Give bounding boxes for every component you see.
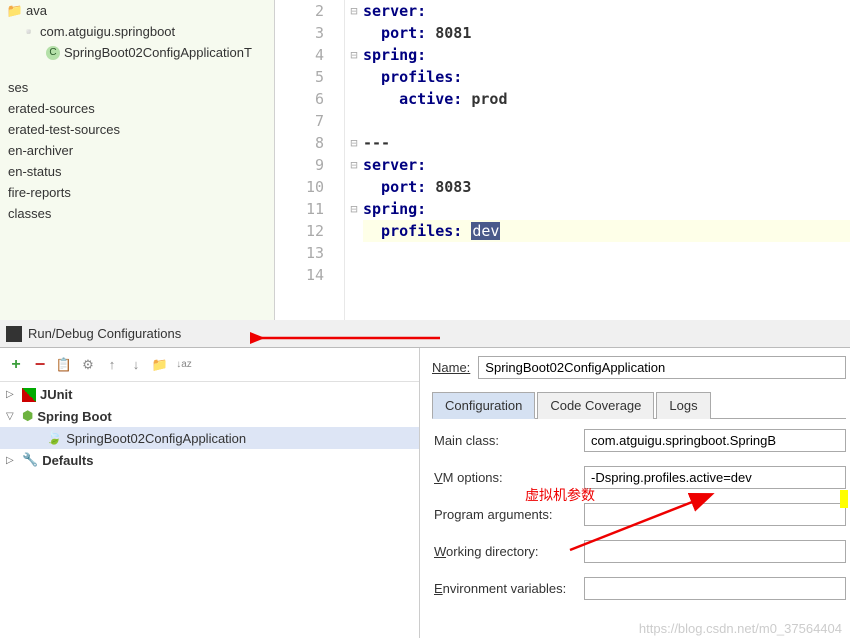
tree-item[interactable]: fire-reports — [0, 182, 274, 203]
program-args-input[interactable] — [584, 503, 846, 526]
spring-leaf-icon: 🍃 — [46, 430, 62, 446]
vm-options-label: VM options: — [434, 470, 584, 485]
wrench-icon: 🔧 — [22, 452, 38, 468]
settings-button[interactable]: ⚙ — [80, 357, 96, 373]
config-label: Spring Boot — [37, 409, 111, 424]
config-label: Defaults — [42, 453, 93, 468]
down-button[interactable]: ↓ — [128, 357, 144, 373]
remove-button[interactable]: − — [32, 357, 48, 373]
expand-icon[interactable]: ▷ — [6, 455, 18, 466]
tree-item[interactable]: erated-test-sources — [0, 119, 274, 140]
yellow-highlight — [840, 490, 848, 508]
code-content[interactable]: server: port: 8081spring: profiles: acti… — [363, 0, 850, 320]
working-dir-input[interactable] — [584, 540, 846, 563]
dialog-title-bar: Run/Debug Configurations — [0, 320, 850, 348]
config-label: SpringBoot02ConfigApplication — [66, 431, 246, 446]
junit-icon — [22, 388, 36, 402]
up-button[interactable]: ↑ — [104, 357, 120, 373]
config-tree[interactable]: ▷ JUnit ▽ ⬢ Spring Boot 🍃 SpringBoot02Co… — [0, 382, 419, 473]
config-left-panel: + − 📋 ⚙ ↑ ↓ 📁 ↓az ▷ JUnit ▽ ⬢ Spring Boo… — [0, 348, 420, 638]
dialog-icon — [6, 326, 22, 342]
collapse-icon[interactable]: ▽ — [6, 411, 18, 422]
tree-item[interactable]: en-status — [0, 161, 274, 182]
project-tree-panel[interactable]: 📁 ava ▫️ com.atguigu.springboot C SpringBoo… — [0, 0, 275, 320]
main-class-input[interactable] — [584, 429, 846, 452]
tree-label: ava — [26, 3, 47, 18]
folder-button[interactable]: 📁 — [152, 357, 168, 373]
sort-button[interactable]: ↓az — [176, 357, 192, 373]
expand-icon[interactable]: ▷ — [6, 389, 18, 400]
config-toolbar: + − 📋 ⚙ ↑ ↓ 📁 ↓az — [0, 348, 419, 382]
class-icon: C — [46, 46, 60, 60]
config-item-app[interactable]: 🍃 SpringBoot02ConfigApplication — [0, 427, 419, 449]
config-right-panel: Name: Configuration Code Coverage Logs M… — [420, 348, 850, 638]
tab-logs[interactable]: Logs — [656, 392, 710, 419]
name-input[interactable] — [478, 356, 846, 379]
add-button[interactable]: + — [8, 357, 24, 373]
main-class-label: Main class: — [434, 433, 584, 448]
env-vars-label: Environment variables: — [434, 581, 584, 596]
tree-label: SpringBoot02ConfigApplicationT — [64, 45, 252, 60]
config-label: JUnit — [40, 387, 73, 402]
name-label: Name: — [432, 360, 470, 375]
tree-spacer — [0, 63, 274, 77]
config-item-defaults[interactable]: ▷ 🔧 Defaults — [0, 449, 419, 471]
package-icon: ▫️ — [22, 25, 36, 39]
tree-label: classes — [8, 206, 51, 221]
tree-label: ses — [8, 80, 28, 95]
tree-item[interactable]: C SpringBoot02ConfigApplicationT — [0, 42, 274, 63]
program-args-label: Program arguments: — [434, 507, 584, 522]
config-item-junit[interactable]: ▷ JUnit — [0, 384, 419, 405]
tree-item[interactable]: erated-sources — [0, 98, 274, 119]
tab-configuration[interactable]: Configuration — [432, 392, 535, 419]
tab-code-coverage[interactable]: Code Coverage — [537, 392, 654, 419]
annotation-text: 虚拟机参数 — [525, 485, 595, 505]
tree-label: erated-sources — [8, 101, 95, 116]
folder-icon: 📁 — [8, 4, 22, 18]
vm-options-input[interactable] — [584, 466, 846, 489]
line-gutter: 2 3 4 5 6 7 8 9 10 11 12 13 14 — [275, 0, 345, 320]
copy-button[interactable]: 📋 — [56, 357, 72, 373]
spring-icon: ⬢ — [22, 408, 33, 424]
code-editor[interactable]: 2 3 4 5 6 7 8 9 10 11 12 13 14 ⊟⊟⊟⊟⊟ ser… — [275, 0, 850, 320]
config-item-spring-boot[interactable]: ▽ ⬢ Spring Boot — [0, 405, 419, 427]
dialog-title: Run/Debug Configurations — [28, 326, 181, 341]
tree-label: erated-test-sources — [8, 122, 120, 137]
tree-item[interactable]: ▫️ com.atguigu.springboot — [0, 21, 274, 42]
tree-item[interactable]: en-archiver — [0, 140, 274, 161]
tree-label: com.atguigu.springboot — [40, 24, 175, 39]
tree-label: en-archiver — [8, 143, 73, 158]
tree-label: en-status — [8, 164, 61, 179]
watermark: https://blog.csdn.net/m0_37564404 — [639, 621, 842, 636]
tree-item[interactable]: 📁 ava — [0, 0, 274, 21]
tree-item[interactable]: ses — [0, 77, 274, 98]
config-tabs: Configuration Code Coverage Logs — [432, 391, 846, 419]
working-dir-label: Working directory: — [434, 544, 584, 559]
env-vars-input[interactable] — [584, 577, 846, 600]
tree-label: fire-reports — [8, 185, 71, 200]
fold-column: ⊟⊟⊟⊟⊟ — [345, 0, 363, 320]
tree-item[interactable]: classes — [0, 203, 274, 224]
